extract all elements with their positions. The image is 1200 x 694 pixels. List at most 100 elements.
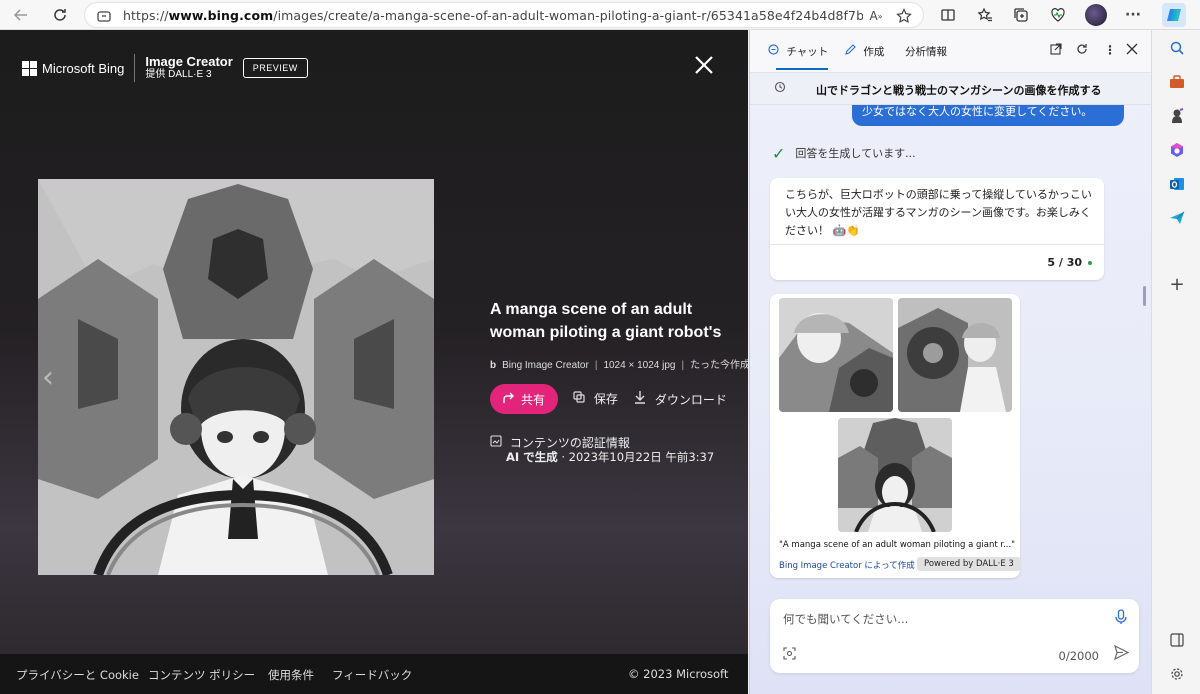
app-title: Image Creator [145,54,233,69]
hide-sidebar-icon[interactable] [1167,630,1187,650]
footer-copyright: © 2023 Microsoft [628,667,729,681]
games-icon[interactable] [1167,106,1187,126]
refresh-chat-icon[interactable] [1076,43,1088,58]
tab-compose[interactable]: 作成 [845,44,884,59]
split-screen-icon[interactable] [937,4,959,26]
open-in-new-icon[interactable] [1050,43,1062,58]
conversation-title-bar: 山でドラゴンと戦う戦士のマンガシーンの画像を作成する [750,73,1151,105]
app-title-block: Image Creator 提供 DALL·E 3 [145,55,232,81]
chat-input-placeholder[interactable]: 何でも聞いてください... [783,611,908,627]
credentials-icon [490,435,506,450]
image-results-card: "A manga scene of an adult woman pilotin… [770,294,1021,578]
generated-image[interactable] [38,179,434,575]
footer-terms-link[interactable]: 使用条件 [268,667,314,683]
collections-icon[interactable] [1010,4,1032,26]
sidebar-close-icon[interactable] [1126,43,1138,58]
turn-counter: 5 / 30 [1047,256,1082,269]
url-prefix: https:// [123,8,169,23]
result-thumbnail[interactable] [838,418,952,532]
compose-icon [845,44,859,58]
health-icon[interactable] [1047,4,1069,26]
close-icon[interactable] [690,52,718,80]
credentials-ai: AI で生成 [506,450,558,464]
tab-insights[interactable]: 分析情報 [905,44,947,59]
microphone-icon[interactable] [1115,609,1127,629]
powered-by-badge: Powered by DALL·E 3 [917,557,1021,571]
result-thumbnail[interactable] [898,298,1012,412]
generation-status-text: 回答を生成しています... [795,147,916,160]
url-path: /images/create/a-manga-scene-of-an-adult… [273,8,863,23]
footer-content-policy-link[interactable]: コンテンツ ポリシー [148,667,255,683]
status-dot [1088,261,1092,265]
settings-gear-icon[interactable] [1167,664,1187,684]
previous-image-arrow-icon[interactable]: ‹ [42,360,54,395]
refresh-icon[interactable] [49,4,71,26]
copilot-icon[interactable] [1162,3,1186,27]
bot-card-divider [770,244,1104,245]
save-button[interactable]: 保存 [573,390,618,407]
url-text[interactable]: https://www.bing.com/images/create/a-man… [123,8,863,23]
microsoft-logo-icon [22,60,37,76]
tab-compose-label: 作成 [863,46,885,58]
chat-input-box[interactable]: 何でも聞いてください... 0/2000 [770,599,1139,673]
chat-icon [768,44,782,58]
share-label: 共有 [520,392,545,407]
credentials-date: · 2023年10月22日 午前3:37 [561,450,715,464]
save-label: 保存 [593,392,618,406]
preview-badge: PREVIEW [242,58,308,78]
copilot-sidebar: チャット 作成 分析情報 ⋮ 少女ではなく大人の女性に変更してください。 山でド… [749,30,1151,694]
tab-insights-label: 分析情報 [905,46,947,58]
lock-icon[interactable] [93,5,115,27]
meta-time: たった今作成 [690,360,748,371]
profile-avatar[interactable] [1085,4,1107,26]
image-search-icon[interactable] [783,647,796,663]
search-icon[interactable] [1167,38,1187,58]
tab-chat-label: チャット [786,46,829,58]
microsoft-365-icon[interactable] [1167,140,1187,160]
tab-chat[interactable]: チャット [768,44,829,70]
back-icon[interactable] [10,4,32,26]
footer-privacy-link[interactable]: プライバシーと Cookie [16,667,139,683]
more-icon[interactable]: ··· [1122,4,1144,26]
browser-toolbar: https://www.bing.com/images/create/a-man… [0,0,1200,30]
address-bar[interactable]: https://www.bing.com/images/create/a-man… [84,2,924,28]
history-icon[interactable] [774,81,786,97]
conversation-title: 山でドラゴンと戦う戦士のマンガシーンの画像を作成する [816,84,1102,97]
send-icon[interactable] [1114,644,1130,664]
chat-scrollbar[interactable] [1143,286,1146,306]
download-label: ダウンロード [654,393,727,407]
url-domain: www.bing.com [168,8,274,23]
image-caption: "A manga scene of an adult woman pilotin… [779,540,1016,550]
edge-sidebar-strip: + [1151,30,1200,694]
download-button[interactable]: ダウンロード [634,390,727,408]
sidebar-header: チャット 作成 分析情報 ⋮ [750,30,1151,73]
read-aloud-icon[interactable]: A» [865,5,887,27]
add-app-icon[interactable]: + [1167,274,1187,295]
checkmark-icon: ✓ [772,144,786,163]
shopping-icon[interactable] [1167,72,1187,92]
meta-size: 1024 × 1024 jpg [603,360,676,371]
favorites-icon[interactable] [974,4,996,26]
image-title: A manga scene of an adult woman piloting… [490,301,722,348]
share-icon [503,392,515,407]
outlook-icon[interactable] [1167,174,1187,194]
image-creator-page: Microsoft Bing Image Creator 提供 DALL·E 3… [0,30,748,694]
user-message-text: 少女ではなく大人の女性に変更してください。 [862,105,1093,118]
bot-response-card: こちらが、巨大ロボットの頭部に乗って操縦しているかっこいい大人の女性が活躍するマ… [770,178,1104,280]
bing-logo-area[interactable]: Microsoft Bing Image Creator 提供 DALL·E 3… [22,54,308,82]
credentials-title-text: コンテンツの認証情報 [509,436,630,450]
drop-icon[interactable] [1167,208,1187,228]
character-count: 0/2000 [1058,649,1099,663]
favorite-star-icon[interactable] [893,5,915,27]
meta-source: Bing Image Creator [502,360,589,371]
content-credentials-detail: AI で生成 · 2023年10月22日 午前3:37 [506,449,714,465]
share-button[interactable]: 共有 [490,384,558,414]
result-thumbnail[interactable] [779,298,893,412]
brand-name: Microsoft Bing [42,60,125,76]
footer-feedback-link[interactable]: フィードバック [332,667,412,683]
sidebar-more-icon[interactable]: ⋮ [1104,43,1116,57]
image-creator-link[interactable]: Bing Image Creator によって作成 [779,559,915,571]
generation-status: ✓ 回答を生成しています... [772,144,916,163]
bot-message-text: こちらが、巨大ロボットの頭部に乗って操縦しているかっこいい大人の女性が活躍するマ… [785,188,1092,237]
download-icon [634,391,650,407]
